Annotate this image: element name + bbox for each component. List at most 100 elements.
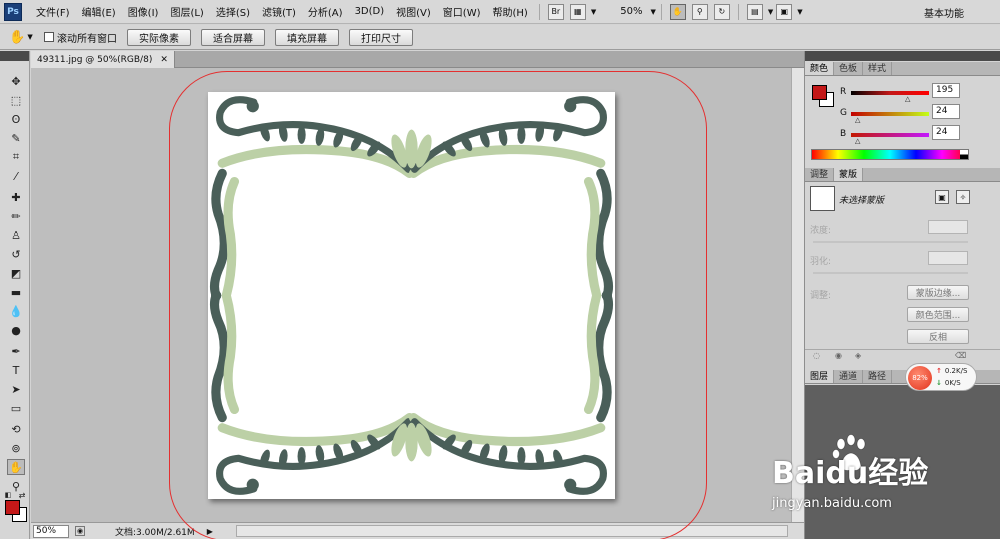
ornamental-frame-image xyxy=(208,92,615,499)
vertical-scrollbar[interactable] xyxy=(791,68,804,523)
crop-tool-icon[interactable]: ⌗ xyxy=(7,149,25,165)
network-speed-widget[interactable]: 82% ↑ 0.2K/S ↓ 0K/S xyxy=(905,363,977,391)
fill-screen-button[interactable]: 填充屏幕 xyxy=(275,28,339,46)
print-size-button[interactable]: 打印尺寸 xyxy=(349,28,413,46)
hand-tool-preset-icon[interactable]: ✋ ▼ xyxy=(6,27,36,47)
hand-tool-icon[interactable]: ✋ xyxy=(7,459,25,475)
zoom-icon[interactable]: ⚲ xyxy=(691,3,708,20)
chevron-down-icon[interactable]: ▼ xyxy=(768,8,773,16)
red-slider-marker-icon[interactable]: △ xyxy=(905,95,910,103)
menu-analysis[interactable]: 分析(A) xyxy=(302,4,349,19)
document-size-info: 文档:3.00M/2.61M xyxy=(115,527,195,538)
workspace-switcher[interactable]: 基本功能 xyxy=(924,5,964,20)
blur-tool-icon[interactable]: 💧 xyxy=(7,303,25,319)
quick-select-tool-icon[interactable]: ✎ xyxy=(7,130,25,146)
mask-edge-button[interactable]: 蒙版边缘... xyxy=(907,285,969,300)
menu-3d[interactable]: 3D(D) xyxy=(349,6,391,17)
photoshop-logo[interactable]: Ps xyxy=(4,2,22,21)
color-spectrum-bar[interactable] xyxy=(811,149,969,160)
close-icon[interactable]: ✕ xyxy=(160,55,168,65)
healing-brush-tool-icon[interactable]: ✚ xyxy=(7,189,25,205)
green-slider-marker-icon[interactable]: △ xyxy=(855,116,860,124)
tab-channels[interactable]: 通道 xyxy=(834,370,864,383)
screen-mode-icon[interactable]: ▣ xyxy=(776,3,793,20)
chevron-down-icon[interactable]: ▼ xyxy=(650,8,655,16)
menu-window[interactable]: 窗口(W) xyxy=(437,4,487,19)
actual-pixels-button[interactable]: 实际像素 xyxy=(127,28,191,46)
green-channel-value[interactable]: 24 xyxy=(932,104,960,119)
rotate-view-icon[interactable]: ↻ xyxy=(713,3,730,20)
tab-color[interactable]: 颜色 xyxy=(805,62,835,75)
clone-stamp-tool-icon[interactable]: ♙ xyxy=(7,227,25,243)
trash-icon[interactable]: ⌫ xyxy=(955,351,966,360)
blue-channel-value[interactable]: 24 xyxy=(932,125,960,140)
menu-view[interactable]: 视图(V) xyxy=(390,4,437,19)
path-selection-tool-icon[interactable]: ➤ xyxy=(7,381,25,397)
arrange-documents-icon[interactable]: ▤ xyxy=(746,3,763,20)
3d-rotate-tool-icon[interactable]: ⟲ xyxy=(7,421,25,437)
tab-masks[interactable]: 蒙版 xyxy=(834,168,864,181)
tab-styles[interactable]: 样式 xyxy=(863,62,893,75)
red-channel-value[interactable]: 195 xyxy=(932,83,960,98)
hand-icon[interactable]: ✋ xyxy=(669,3,686,20)
menu-layer[interactable]: 图层(L) xyxy=(164,4,209,19)
status-menu-arrow-icon[interactable]: ▶ xyxy=(207,527,213,536)
invert-button[interactable]: 反相 xyxy=(907,329,969,344)
chevron-down-icon[interactable]: ▼ xyxy=(797,8,802,16)
foreground-color-swatch[interactable] xyxy=(5,500,20,515)
menu-image[interactable]: 图像(I) xyxy=(122,4,165,19)
apply-mask-icon[interactable]: ◈ xyxy=(855,351,861,360)
blue-channel-slider[interactable] xyxy=(851,133,929,137)
menu-filter[interactable]: 滤镜(T) xyxy=(256,4,302,19)
menu-select[interactable]: 选择(S) xyxy=(210,4,256,19)
load-selection-icon[interactable]: ◌ xyxy=(813,351,820,360)
blue-slider-marker-icon[interactable]: △ xyxy=(855,137,860,145)
tab-adjustments[interactable]: 调整 xyxy=(805,168,835,181)
view-extras-icon[interactable]: ▦ xyxy=(569,3,586,20)
shape-tool-icon[interactable]: ▭ xyxy=(7,400,25,416)
tab-layers[interactable]: 图层 xyxy=(805,370,835,383)
feather-field[interactable] xyxy=(928,251,968,265)
green-channel-slider[interactable] xyxy=(851,112,929,116)
blue-channel-label: B xyxy=(840,129,847,139)
lasso-tool-icon[interactable]: ʘ xyxy=(7,111,25,127)
density-slider[interactable] xyxy=(813,241,968,243)
feather-slider[interactable] xyxy=(813,272,968,274)
horizontal-scrollbar[interactable] xyxy=(236,525,788,537)
color-panel-foreground-swatch[interactable] xyxy=(812,85,827,100)
bridge-button[interactable]: Br xyxy=(547,3,564,20)
type-tool-icon[interactable]: T xyxy=(7,362,25,378)
fit-screen-button[interactable]: 适合屏幕 xyxy=(201,28,265,46)
pixel-mask-icon[interactable]: ▣ xyxy=(935,190,949,204)
marquee-tool-icon[interactable]: ⬚ xyxy=(7,92,25,108)
panel-collapse-bar[interactable] xyxy=(805,51,1000,61)
image-canvas[interactable] xyxy=(208,92,615,499)
dodge-tool-icon[interactable]: ● xyxy=(7,322,25,338)
color-range-button[interactable]: 颜色范围... xyxy=(907,307,969,322)
density-field[interactable] xyxy=(928,220,968,234)
eyedropper-tool-icon[interactable]: ⁄ xyxy=(7,168,25,184)
brush-tool-icon[interactable]: ✏ xyxy=(7,208,25,224)
tab-swatches[interactable]: 色板 xyxy=(834,62,864,75)
menu-help[interactable]: 帮助(H) xyxy=(487,4,534,19)
pen-tool-icon[interactable]: ✒ xyxy=(7,343,25,359)
document-tab[interactable]: 49311.jpg @ 50%(RGB/8) ✕ xyxy=(31,51,175,68)
tab-paths[interactable]: 路径 xyxy=(863,370,893,383)
3d-orbit-tool-icon[interactable]: ⊚ xyxy=(7,440,25,456)
menu-file[interactable]: 文件(F) xyxy=(30,4,76,19)
vector-mask-icon[interactable]: ✧ xyxy=(956,190,970,204)
scroll-all-windows-option[interactable]: 滚动所有窗口 xyxy=(44,30,117,45)
toolbox-grip[interactable] xyxy=(0,51,29,61)
red-channel-slider[interactable] xyxy=(851,91,929,95)
eraser-tool-icon[interactable]: ◩ xyxy=(7,265,25,281)
chevron-down-icon[interactable]: ▼ xyxy=(591,8,596,16)
menu-edit[interactable]: 编辑(E) xyxy=(76,4,122,19)
zoom-field[interactable]: 50% xyxy=(33,524,69,538)
status-info-icon[interactable]: ◉ xyxy=(75,526,85,536)
eye-icon[interactable]: ◉ xyxy=(835,351,842,360)
zoom-level[interactable]: 50% xyxy=(620,6,642,17)
history-brush-tool-icon[interactable]: ↺ xyxy=(7,246,25,262)
scroll-all-windows-checkbox[interactable] xyxy=(44,32,54,42)
move-tool-icon[interactable]: ✥ xyxy=(7,73,25,89)
gradient-tool-icon[interactable]: ▬ xyxy=(7,284,25,300)
